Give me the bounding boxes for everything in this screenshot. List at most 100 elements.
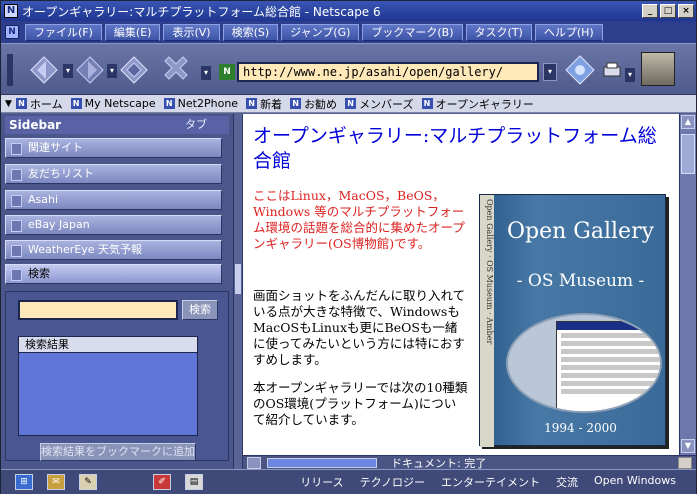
taskbar-links: リリース テクノロジー エンターテイメント 交流 Open Windows <box>284 474 676 490</box>
title-bar: N オープンギャラリー:マルチプラットフォーム総合館 - Netscape 6 … <box>1 1 696 21</box>
menu-bar: N ファイル(F) 編集(E) 表示(V) 検索(S) ジャンプ(G) ブックマ… <box>1 21 696 43</box>
taskbar-link-release[interactable]: リリース <box>300 474 343 490</box>
url-history-dropdown[interactable]: ▾ <box>543 63 557 81</box>
menu-view[interactable]: 表示(V) <box>163 23 220 41</box>
navigator-icon[interactable]: ⊞ <box>15 474 33 490</box>
sidebar-panel-search[interactable]: 検索 <box>5 264 222 284</box>
intro-paragraph: ここはLinux，MacOS，BeOS，Windows 等のマルチプラットフォー… <box>253 188 465 251</box>
bookmark-n-icon: N <box>246 98 258 109</box>
content-scrollbar[interactable]: ▲ ▼ <box>679 114 696 455</box>
back-button[interactable] <box>27 53 61 87</box>
component-bar: ⊞ ✉ ✎ ✐ ▤ リリース テクノロジー エンターテイメント 交流 Open … <box>1 469 696 494</box>
bookmark-n-icon: N <box>15 98 27 109</box>
minimize-button[interactable]: _ <box>642 4 658 18</box>
offline-toggle-icon[interactable] <box>247 456 261 469</box>
composer-icon[interactable]: ✐ <box>153 474 171 490</box>
bookmark-members[interactable]: N メンバーズ <box>345 96 414 112</box>
sidebar-panel-weather[interactable]: WeatherEye 天気予報 <box>5 240 222 260</box>
scroll-up-icon[interactable]: ▲ <box>681 115 695 129</box>
maximize-button[interactable]: □ <box>660 4 676 18</box>
search-button[interactable] <box>563 53 597 87</box>
book-title: Open Gallery <box>506 219 655 244</box>
collapse-arrow-icon[interactable]: ▼ <box>5 99 12 109</box>
bookmark-open-gallery[interactable]: N オープンギャラリー <box>421 96 534 112</box>
personal-toolbar: ▼ N ホーム N My Netscape N Net2Phone N 新着 N お勧め … <box>1 95 696 113</box>
search-results-header: 検索結果 <box>19 337 197 353</box>
reload-button[interactable] <box>117 53 151 87</box>
menu-tasks[interactable]: タスク(T) <box>465 23 532 41</box>
address-book-icon[interactable]: ▤ <box>185 474 203 490</box>
sidebar-title: Sidebar <box>9 118 62 132</box>
sidebar: Sidebar タブ 関連サイト 友だちリスト Asahi eBay Japan… <box>1 114 233 469</box>
book-subtitle: - OS Museum - <box>516 271 645 291</box>
print-dropdown[interactable]: ▾ <box>625 68 635 82</box>
bookmark-home[interactable]: N ホーム <box>15 96 63 112</box>
sidebar-search-input[interactable] <box>18 300 178 320</box>
os-screenshot-ellipse <box>506 313 662 413</box>
toolbar-grip[interactable] <box>7 54 13 86</box>
page-content: オープンギャラリー:マルチプラットフォーム総合館 ここはLinux，MacOS，… <box>243 114 679 455</box>
bookmark-recommended[interactable]: N お勧め <box>290 96 337 112</box>
window-title: オープンギャラリー:マルチプラットフォーム総合館 - Netscape 6 <box>22 4 381 19</box>
bookmark-n-icon: N <box>70 98 82 109</box>
menu-bookmarks[interactable]: ブックマーク(B) <box>362 23 463 41</box>
menu-go[interactable]: ジャンプ(G) <box>281 23 360 41</box>
forward-button[interactable] <box>73 53 107 87</box>
sidebar-search-button[interactable]: 検索 <box>182 300 218 320</box>
taskbar-link-entertainment[interactable]: エンターテイメント <box>441 474 540 490</box>
reload-icon <box>120 56 148 84</box>
browser-window: N オープンギャラリー:マルチプラットフォーム総合館 - Netscape 6 … <box>0 0 697 494</box>
status-bar: ドキュメント: 完了 <box>243 455 696 470</box>
sidebar-search-panel: 検索 検索結果 検索結果をブックマークに追加 <box>5 291 229 461</box>
open-gallery-book-image: Open Gallery · OS Museum · Amber Open Ga… <box>479 194 666 447</box>
taskbar-link-technology[interactable]: テクノロジー <box>360 474 425 490</box>
stop-button[interactable] <box>159 53 193 87</box>
page-heading: オープンギャラリー:マルチプラットフォーム総合館 <box>253 125 657 172</box>
netscape-app-icon[interactable]: N <box>4 4 18 18</box>
navigation-toolbar: ▾ ▾ ▾ N http://www.ne.jp/asahi/open/gall… <box>1 43 696 95</box>
sidebar-panel-buddy-list[interactable]: 友だちリスト <box>5 164 222 184</box>
url-field[interactable]: http://www.ne.jp/asahi/open/gallery/ <box>237 62 539 82</box>
menu-edit[interactable]: 編集(E) <box>104 23 161 41</box>
menu-help[interactable]: ヘルプ(H) <box>534 23 603 41</box>
bookmark-n-icon: N <box>421 98 433 109</box>
book-spine-text: Open Gallery · OS Museum · Amber <box>480 195 494 447</box>
taskbar-link-community[interactable]: 交流 <box>556 474 578 490</box>
sidebar-header: Sidebar タブ <box>5 116 229 134</box>
page-proxy-icon[interactable]: N <box>219 64 235 80</box>
sidebar-tabs-menu[interactable]: タブ <box>185 116 207 134</box>
search-results-list[interactable]: 検索結果 <box>18 336 198 436</box>
instant-messenger-icon[interactable]: ✎ <box>79 474 97 490</box>
netscape-menu-icon[interactable]: N <box>5 25 19 39</box>
bookmark-new[interactable]: N 新着 <box>246 96 282 112</box>
back-arrow-icon <box>30 56 58 84</box>
menu-search[interactable]: 検索(S) <box>222 23 279 41</box>
scroll-down-icon[interactable]: ▼ <box>681 439 695 453</box>
forward-arrow-icon <box>76 56 104 84</box>
bookmark-n-icon: N <box>290 98 302 109</box>
close-button[interactable]: × <box>678 4 694 18</box>
bookmark-my-netscape[interactable]: N My Netscape <box>70 97 156 110</box>
mail-icon[interactable]: ✉ <box>47 474 65 490</box>
sidebar-splitter[interactable] <box>233 114 243 469</box>
back-dropdown[interactable]: ▾ <box>63 64 73 78</box>
bookmark-results-button[interactable]: 検索結果をブックマークに追加 <box>40 443 196 461</box>
bookmark-net2phone[interactable]: N Net2Phone <box>163 97 238 110</box>
netscape-throbber-icon[interactable] <box>641 52 675 86</box>
menu-file[interactable]: ファイル(F) <box>25 23 102 41</box>
stop-x-icon <box>164 56 188 80</box>
splitter-grip[interactable] <box>235 264 241 294</box>
taskbar-link-open-windows[interactable]: Open Windows <box>594 474 676 490</box>
stop-dropdown[interactable]: ▾ <box>201 66 211 80</box>
explorer-screenshot <box>556 321 660 411</box>
sidebar-panel-asahi[interactable]: Asahi <box>5 190 222 210</box>
sidebar-panel-ebay[interactable]: eBay Japan <box>5 215 222 235</box>
sidebar-panel-related-sites[interactable]: 関連サイト <box>5 138 222 158</box>
scrollbar-thumb[interactable] <box>681 134 695 174</box>
security-lock-icon[interactable] <box>678 456 692 469</box>
platforms-paragraph: 本オープンギャラリーでは次の10種類のOS環境(プラットフォーム)について紹介し… <box>253 380 468 427</box>
printer-icon <box>603 62 621 77</box>
search-diamond-icon <box>565 55 595 85</box>
forward-dropdown[interactable]: ▾ <box>107 64 117 78</box>
print-button[interactable] <box>601 53 623 87</box>
